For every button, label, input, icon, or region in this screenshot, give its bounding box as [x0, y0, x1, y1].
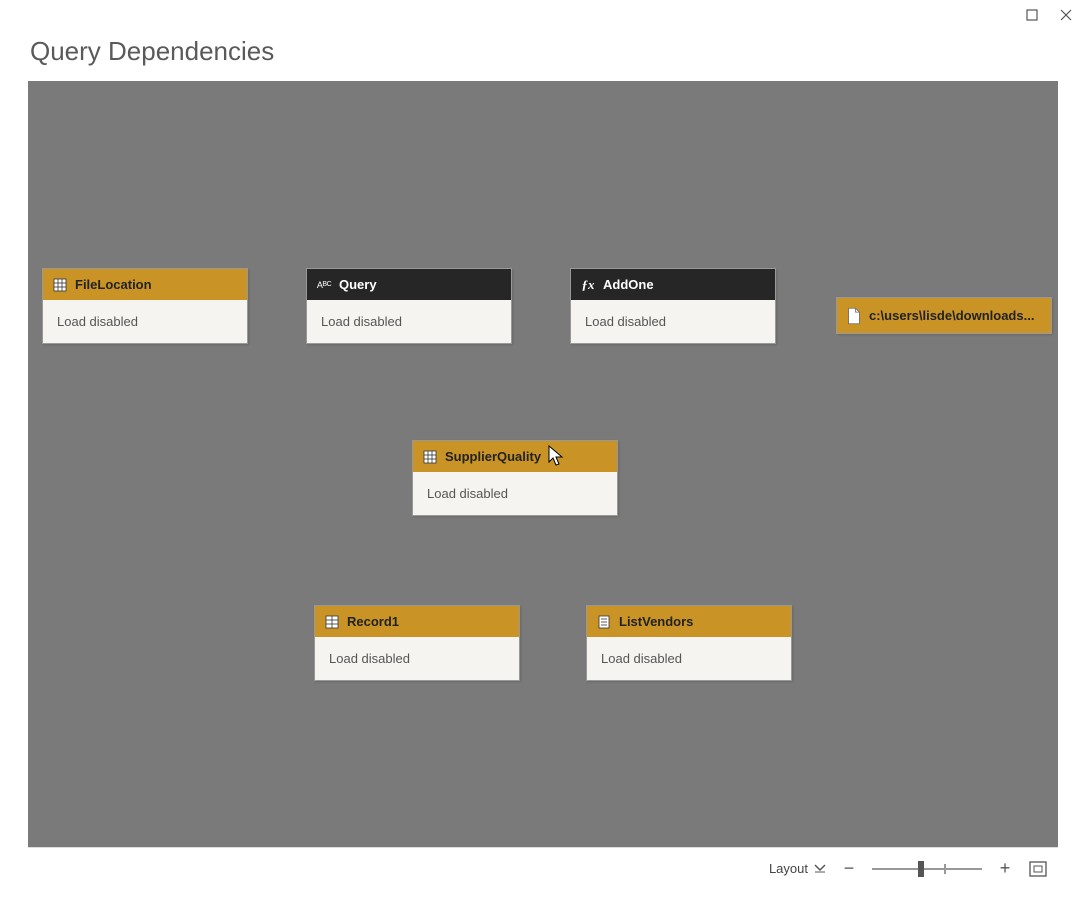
node-status: Load disabled [413, 472, 617, 515]
function-icon: ƒx [581, 278, 595, 292]
node-header: SupplierQuality [413, 441, 617, 472]
node-header: ƒx AddOne [571, 269, 775, 300]
dependency-canvas[interactable]: FileLocation Load disabled ABC Query Loa… [28, 81, 1058, 847]
node-header: c:\users\lisde\downloads... [837, 298, 1051, 333]
window-title: Query Dependencies [0, 30, 1086, 81]
node-status: Load disabled [315, 637, 519, 680]
node-listvendors[interactable]: ListVendors Load disabled [586, 605, 792, 681]
bottom-toolbar: Layout − + [28, 847, 1058, 889]
record-icon [325, 615, 339, 629]
slider-tick [944, 864, 946, 874]
node-title: AddOne [603, 277, 654, 292]
slider-thumb[interactable] [918, 861, 924, 877]
node-status: Load disabled [587, 637, 791, 680]
node-header: FileLocation [43, 269, 247, 300]
close-button[interactable] [1054, 3, 1078, 27]
slider-track [872, 868, 982, 870]
node-query[interactable]: ABC Query Load disabled [306, 268, 512, 344]
chevron-down-icon [814, 861, 826, 876]
node-title: FileLocation [75, 277, 152, 292]
node-record1[interactable]: Record1 Load disabled [314, 605, 520, 681]
maximize-button[interactable] [1020, 3, 1044, 27]
node-status: Load disabled [571, 300, 775, 343]
layout-label: Layout [769, 861, 808, 876]
node-title: Query [339, 277, 377, 292]
node-status: Load disabled [307, 300, 511, 343]
node-filepath[interactable]: c:\users\lisde\downloads... [836, 297, 1052, 334]
zoom-in-button[interactable]: + [996, 860, 1014, 878]
node-title: SupplierQuality [445, 449, 541, 464]
node-header: ListVendors [587, 606, 791, 637]
text-icon: ABC [317, 278, 331, 292]
node-status: Load disabled [43, 300, 247, 343]
node-title: Record1 [347, 614, 399, 629]
layout-button[interactable]: Layout [769, 861, 826, 876]
file-icon [847, 309, 861, 323]
node-supplierquality[interactable]: SupplierQuality Load disabled [412, 440, 618, 516]
fit-to-screen-button[interactable] [1028, 859, 1048, 879]
zoom-slider[interactable] [872, 859, 982, 879]
table-icon [423, 450, 437, 464]
node-header: Record1 [315, 606, 519, 637]
node-header: ABC Query [307, 269, 511, 300]
zoom-out-button[interactable]: − [840, 860, 858, 878]
node-addone[interactable]: ƒx AddOne Load disabled [570, 268, 776, 344]
table-icon [53, 278, 67, 292]
node-title: c:\users\lisde\downloads... [869, 308, 1034, 323]
node-filelocation[interactable]: FileLocation Load disabled [42, 268, 248, 344]
titlebar [0, 0, 1086, 30]
node-title: ListVendors [619, 614, 693, 629]
list-icon [597, 615, 611, 629]
